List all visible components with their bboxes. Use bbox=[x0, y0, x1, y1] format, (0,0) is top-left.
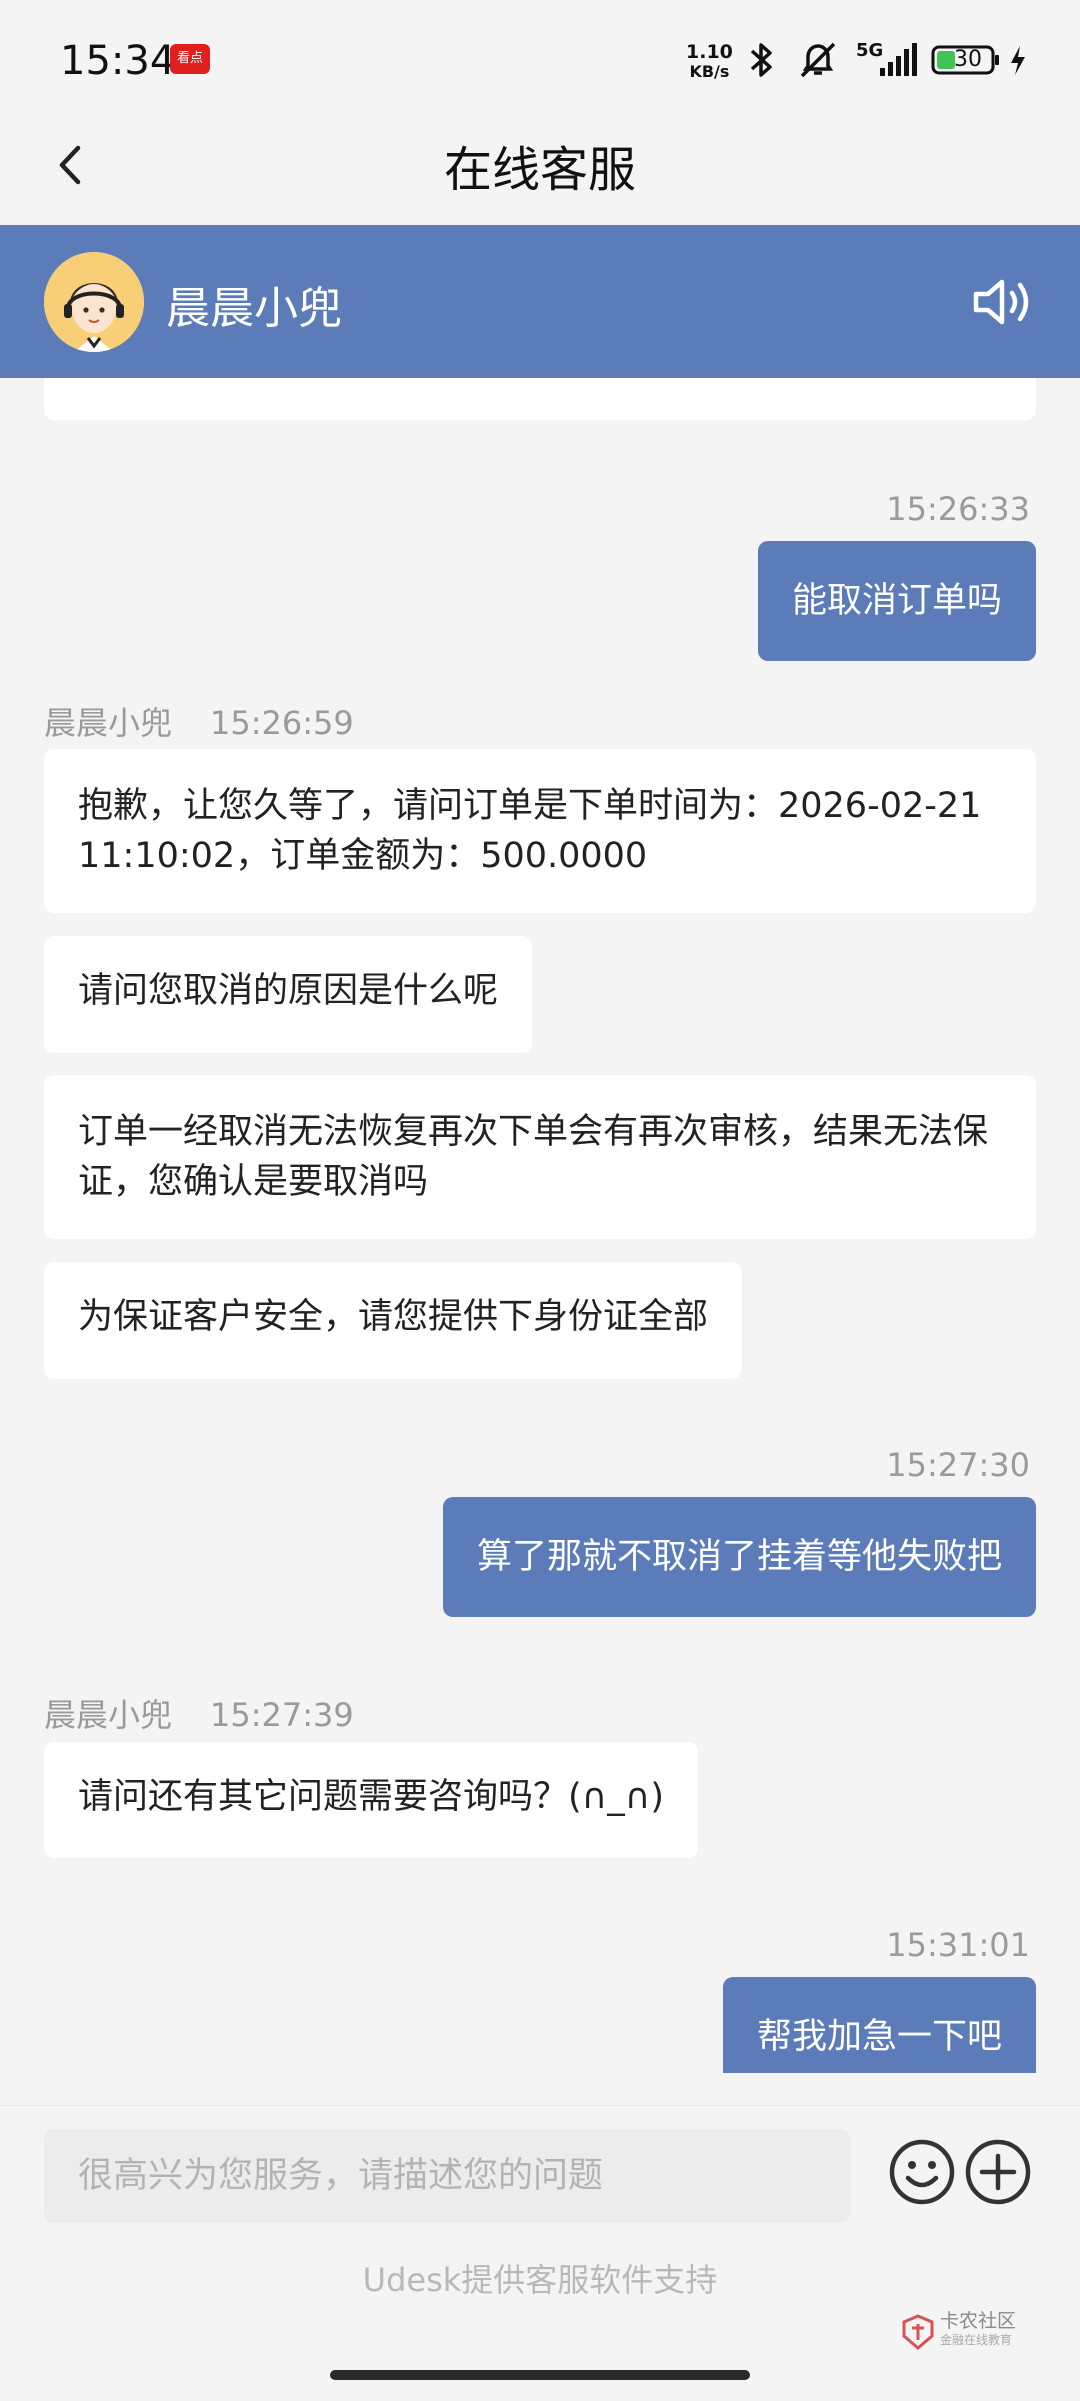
sender-timestamp: 15:27:39 bbox=[210, 1696, 354, 1734]
message-timestamp: 15:27:30 bbox=[886, 1446, 1030, 1484]
agent-message-bubble: 抱歉，让您久等了，请问订单是下单时间为：2026-02-21 11:10:02，… bbox=[44, 749, 1036, 913]
net-speed-unit: KB/s bbox=[689, 62, 730, 81]
charging-icon bbox=[1011, 46, 1025, 75]
sender-label: 晨晨小兜 bbox=[44, 704, 173, 742]
agent-avatar-icon bbox=[44, 252, 144, 352]
sender-label: 晨晨小兜 bbox=[44, 1696, 173, 1734]
signal-icon bbox=[880, 43, 917, 76]
agent-name: 晨晨小兜 bbox=[166, 283, 342, 334]
user-message-clip: 帮我加急一下吧 bbox=[722, 1977, 1036, 2073]
sender-name: 晨晨小兜 15:27:39 bbox=[44, 1690, 354, 1736]
bluetooth-icon bbox=[750, 43, 772, 77]
user-message-bubble: 算了那就不取消了挂着等他失败把 bbox=[442, 1497, 1036, 1617]
agent-message-bubble: 订单一经取消无法恢复再次下单会有再次审核，结果无法保证，您确认是要取消吗 bbox=[44, 1075, 1036, 1239]
message-input[interactable] bbox=[44, 2129, 850, 2223]
agent-header bbox=[0, 225, 1080, 378]
watermark-logo-icon bbox=[902, 2314, 934, 2350]
home-indicator[interactable] bbox=[330, 2370, 750, 2380]
net-speed-value: 1.10 bbox=[686, 41, 733, 63]
avatar bbox=[44, 252, 144, 352]
sender-name: 晨晨小兜 15:26:59 bbox=[44, 698, 354, 744]
page-title: 在线客服 bbox=[443, 142, 636, 198]
message-timestamp: 15:31:01 bbox=[886, 1926, 1030, 1964]
battery-level: 30 bbox=[954, 47, 982, 72]
agent-message-bubble: 请问您取消的原因是什么呢 bbox=[44, 936, 533, 1053]
sender-timestamp: 15:26:59 bbox=[210, 704, 354, 742]
smiley-icon[interactable] bbox=[888, 2138, 956, 2206]
message-timestamp: 15:26:33 bbox=[886, 490, 1030, 528]
plus-circle-icon[interactable] bbox=[964, 2138, 1032, 2206]
watermark-subtitle: 金融在线教育 bbox=[940, 2333, 1013, 2347]
bell-off-icon bbox=[800, 42, 836, 78]
previous-message-bubble bbox=[44, 378, 1036, 420]
speaker-icon[interactable] bbox=[970, 274, 1036, 330]
app-badge-icon: 看点 bbox=[170, 44, 210, 74]
agent-message-bubble: 为保证客户安全，请您提供下身份证全部 bbox=[44, 1262, 743, 1379]
powered-by-text: Udesk提供客服软件支持 bbox=[362, 2261, 718, 2299]
status-time: 15:34 bbox=[60, 38, 176, 84]
user-message-bubble: 帮我加急一下吧 bbox=[722, 1977, 1036, 2073]
agent-message-bubble: 请问还有其它问题需要咨询吗？(∩_∩) bbox=[44, 1742, 699, 1858]
net-speed: 1.10 KB/s bbox=[686, 42, 733, 82]
user-message-bubble: 能取消订单吗 bbox=[757, 541, 1036, 661]
watermark-title: 卡农社区 bbox=[940, 2310, 1017, 2332]
